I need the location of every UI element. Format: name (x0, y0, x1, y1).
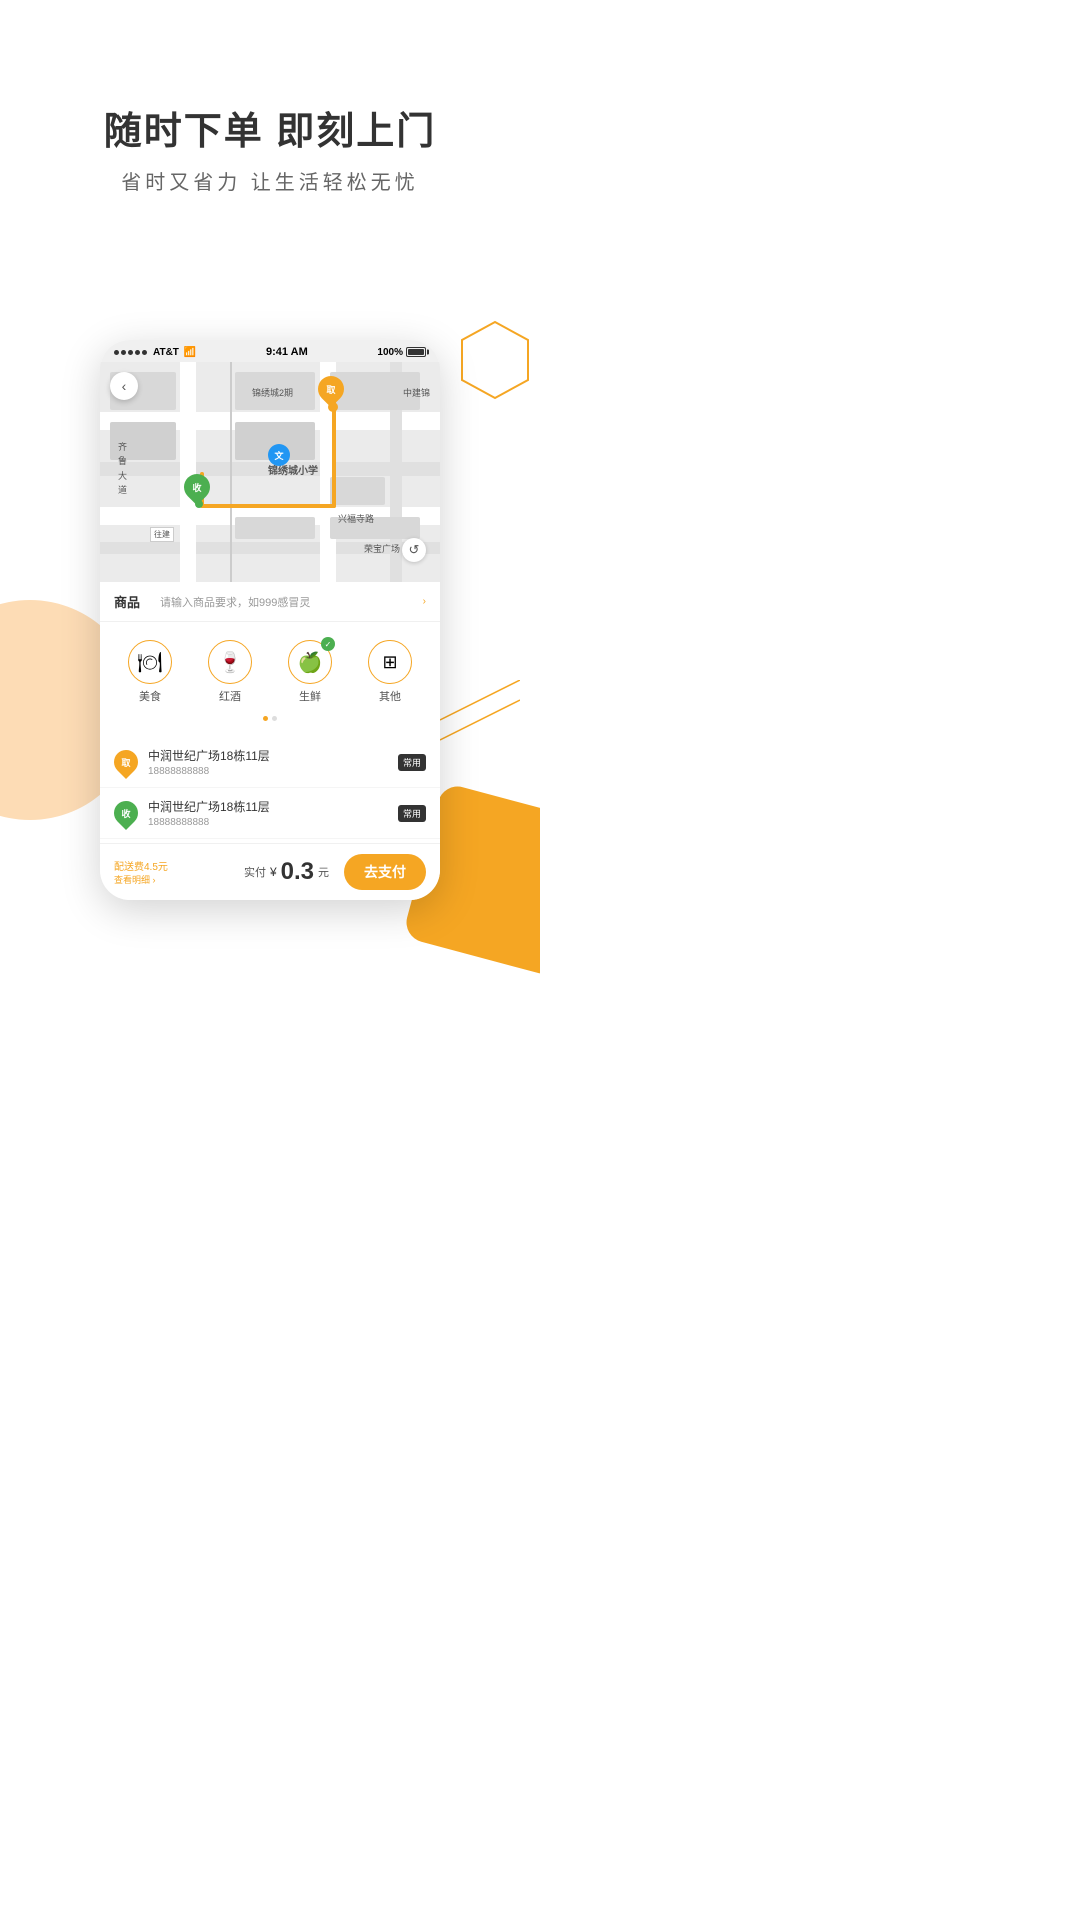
pay-button[interactable]: 去支付 (344, 854, 426, 890)
food-icon: 🍽 (128, 640, 172, 684)
map-label-road1: 齐鲁大道 (118, 440, 127, 498)
hero-title: 随时下单 即刻上门 (0, 110, 540, 156)
school-marker-label: 文 (274, 449, 283, 462)
pickup-addr-phone: 18888888888 (148, 766, 398, 777)
map-label-road2: 兴福寺路 (338, 512, 374, 525)
fresh-icon: 🍏 ✓ (288, 640, 332, 684)
map-area: 锦绣城2期 中建锦 齐鲁大道 锦绣城小学 兴福寺路 荣宝广场 往建 取 文 (100, 362, 440, 582)
battery-percent: 100% (377, 347, 403, 358)
product-arrow-icon: › (423, 596, 426, 607)
pickup-marker-label: 取 (326, 383, 335, 396)
refresh-button[interactable]: ↺ (402, 538, 426, 562)
wine-label: 红酒 (219, 688, 241, 704)
pickup-addr-tag: 常用 (398, 754, 426, 771)
dot-2 (272, 716, 277, 721)
product-hint: 请输入商品要求，如999感冒灵 (160, 594, 421, 610)
phone-mockup: AT&T 📶 9:41 AM 100% (100, 340, 440, 900)
pay-unit: 元 (318, 864, 329, 880)
wine-icon: 🍷 (208, 640, 252, 684)
category-dots (100, 710, 440, 731)
battery-icon (406, 347, 426, 357)
map-label-road3: 中建锦 (403, 386, 430, 399)
categories-row: 🍽 美食 🍷 红酒 🍏 ✓ 生鲜 (100, 626, 440, 710)
pickup-addr-info: 中润世纪广场18栋11层 18888888888 (148, 747, 398, 777)
category-other[interactable]: ⊞ 其他 (368, 640, 412, 704)
check-badge: ✓ (321, 637, 335, 651)
hero-subtitle: 省时又省力 让生活轻松无忧 (0, 166, 540, 195)
bottom-bar: 配送费4.5元 查看明细 › 实付 ¥ 0.3 元 去支付 (100, 843, 440, 900)
delivery-marker-label: 收 (192, 481, 201, 494)
pickup-address-card[interactable]: 取 中润世纪广场18栋11层 18888888888 常用 (100, 737, 440, 788)
school-marker: 文 (268, 444, 290, 466)
dot-1 (263, 716, 268, 721)
back-button[interactable]: ‹ (110, 372, 138, 400)
delivery-addr-tag: 常用 (398, 805, 426, 822)
map-label-area2: 荣宝广场 (364, 542, 400, 555)
fresh-label: 生鲜 (299, 688, 321, 704)
food-label: 美食 (139, 688, 161, 704)
status-bar: AT&T 📶 9:41 AM 100% (100, 340, 440, 362)
pay-label: 实付 (244, 864, 266, 880)
carrier-label: AT&T (153, 347, 179, 358)
fee-detail: 查看明细 › (114, 873, 229, 886)
pay-currency: ¥ (270, 865, 277, 879)
category-food[interactable]: 🍽 美食 (128, 640, 172, 704)
refresh-icon: ↺ (409, 542, 420, 558)
address-section: 取 中润世纪广场18栋11层 18888888888 常用 收 (100, 737, 440, 839)
pay-amount: 0.3 (281, 858, 314, 886)
delivery-addr-marker-label: 收 (121, 807, 130, 820)
other-label: 其他 (379, 688, 401, 704)
category-wine[interactable]: 🍷 红酒 (208, 640, 252, 704)
map-label-area1: 锦绣城2期 (252, 386, 293, 399)
delivery-addr-phone: 18888888888 (148, 817, 398, 828)
delivery-addr-marker: 收 (109, 796, 143, 830)
other-icon: ⊞ (368, 640, 412, 684)
actual-pay-section: 实付 ¥ 0.3 元 (229, 858, 344, 886)
category-fresh[interactable]: 🍏 ✓ 生鲜 (288, 640, 332, 704)
back-icon: ‹ (122, 378, 127, 394)
wifi-icon: 📶 (184, 347, 196, 358)
delivery-fee-section[interactable]: 配送费4.5元 查看明细 › (114, 858, 229, 886)
hero-section: 随时下单 即刻上门 省时又省力 让生活轻松无忧 (0, 0, 540, 320)
pickup-addr-marker: 取 (109, 745, 143, 779)
fee-label: 配送费4.5元 (114, 858, 229, 873)
pickup-addr-name: 中润世纪广场18栋11层 (148, 747, 398, 764)
pickup-addr-marker-label: 取 (121, 756, 130, 769)
product-bar[interactable]: 商品 请输入商品要求，如999感冒灵 › (100, 582, 440, 622)
time-label: 9:41 AM (266, 346, 308, 358)
delivery-address-card[interactable]: 收 中润世纪广场18栋11层 18888888888 常用 (100, 788, 440, 839)
delivery-addr-info: 中润世纪广场18栋11层 18888888888 (148, 798, 398, 828)
product-label: 商品 (114, 592, 150, 611)
delivery-addr-name: 中润世纪广场18栋11层 (148, 798, 398, 815)
